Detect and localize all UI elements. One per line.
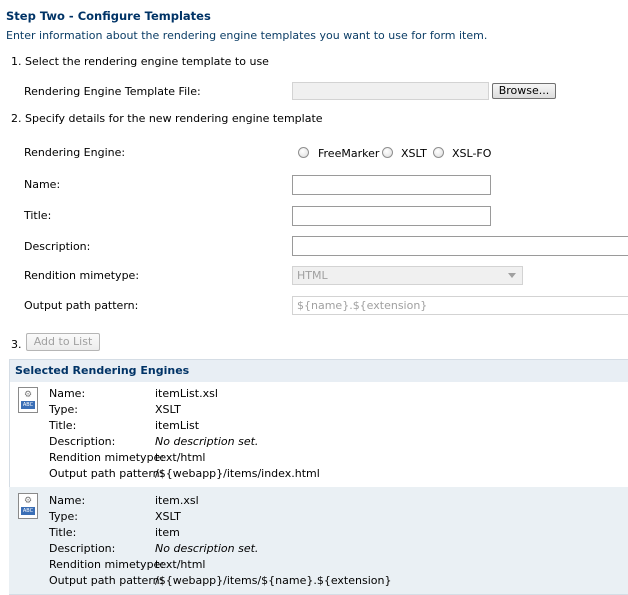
entry-output: /${webapp}/items/index.html — [155, 467, 320, 480]
title-label: Title: — [24, 209, 52, 222]
radio-freemarker-label: FreeMarker — [318, 147, 380, 160]
mimetype-select-value: HTML — [297, 269, 328, 282]
description-label: Description: — [24, 240, 91, 253]
selected-engines-heading: Selected Rendering Engines — [15, 364, 190, 377]
list-item[interactable]: ⚙ ABC Name: itemList.xsl Type: XSLT Titl… — [9, 381, 628, 487]
intro-text: Enter information about the rendering en… — [6, 29, 488, 42]
entry-name: item.xsl — [155, 494, 199, 507]
radio-freemarker[interactable] — [298, 147, 309, 158]
browse-button[interactable]: Browse... — [492, 83, 556, 99]
xsl-document-icon: ⚙ ABC — [18, 387, 38, 413]
mimetype-select[interactable]: HTML — [292, 266, 523, 285]
title-input[interactable] — [292, 206, 491, 226]
mimetype-key: Rendition mimetype: — [49, 558, 165, 571]
name-input[interactable] — [292, 175, 491, 195]
abc-badge: ABC — [21, 401, 35, 409]
entry-name: itemList.xsl — [155, 387, 218, 400]
entry-title: item — [155, 526, 180, 539]
template-file-input[interactable] — [292, 82, 489, 100]
radio-xslt-label: XSLT — [401, 147, 427, 160]
gear-icon: ⚙ — [24, 496, 33, 506]
rendering-engine-label: Rendering Engine: — [24, 146, 126, 159]
add-to-list-button[interactable]: Add to List — [26, 333, 100, 351]
entry-title: itemList — [155, 419, 200, 432]
entry-type: XSLT — [155, 403, 181, 416]
entry-output: /${webapp}/items/${name}.${extension} — [155, 574, 392, 587]
type-key: Type: — [49, 510, 78, 523]
xsl-document-icon: ⚙ ABC — [18, 493, 38, 519]
step1-label: 1. Select the rendering engine template … — [11, 55, 269, 68]
output-key: Output path pattern: — [49, 467, 164, 480]
list-item[interactable]: ⚙ ABC Name: item.xsl Type: XSLT Title: i… — [9, 487, 628, 594]
description-key: Description: — [49, 435, 116, 448]
step3-number: 3. — [11, 338, 22, 351]
page-title: Step Two - Configure Templates — [6, 9, 211, 23]
gear-icon: ⚙ — [24, 390, 33, 400]
abc-badge: ABC — [21, 507, 35, 515]
entry-description: No description set. — [155, 542, 259, 555]
type-key: Type: — [49, 403, 78, 416]
entry-type: XSLT — [155, 510, 181, 523]
name-key: Name: — [49, 494, 86, 507]
radio-xsl-fo[interactable] — [433, 147, 444, 158]
description-key: Description: — [49, 542, 116, 555]
title-key: Title: — [49, 526, 77, 539]
mimetype-key: Rendition mimetype: — [49, 451, 165, 464]
mimetype-label: Rendition mimetype: — [24, 269, 140, 282]
description-input[interactable] — [292, 236, 628, 256]
output-path-input[interactable]: ${name}.${extension} — [292, 296, 628, 315]
selected-engines-header: Selected Rendering Engines — [9, 359, 628, 382]
template-file-label: Rendering Engine Template File: — [24, 85, 201, 98]
radio-xsl-fo-label: XSL-FO — [452, 147, 492, 160]
name-label: Name: — [24, 178, 61, 191]
entry-mimetype: text/html — [155, 451, 206, 464]
radio-xslt[interactable] — [382, 147, 393, 158]
output-path-label: Output path pattern: — [24, 299, 139, 312]
output-key: Output path pattern: — [49, 574, 164, 587]
step2-label: 2. Specify details for the new rendering… — [11, 112, 323, 125]
output-path-placeholder: ${name}.${extension} — [297, 299, 428, 312]
entry-description: No description set. — [155, 435, 259, 448]
entry-mimetype: text/html — [155, 558, 206, 571]
chevron-down-icon — [508, 273, 516, 278]
name-key: Name: — [49, 387, 86, 400]
title-key: Title: — [49, 419, 77, 432]
